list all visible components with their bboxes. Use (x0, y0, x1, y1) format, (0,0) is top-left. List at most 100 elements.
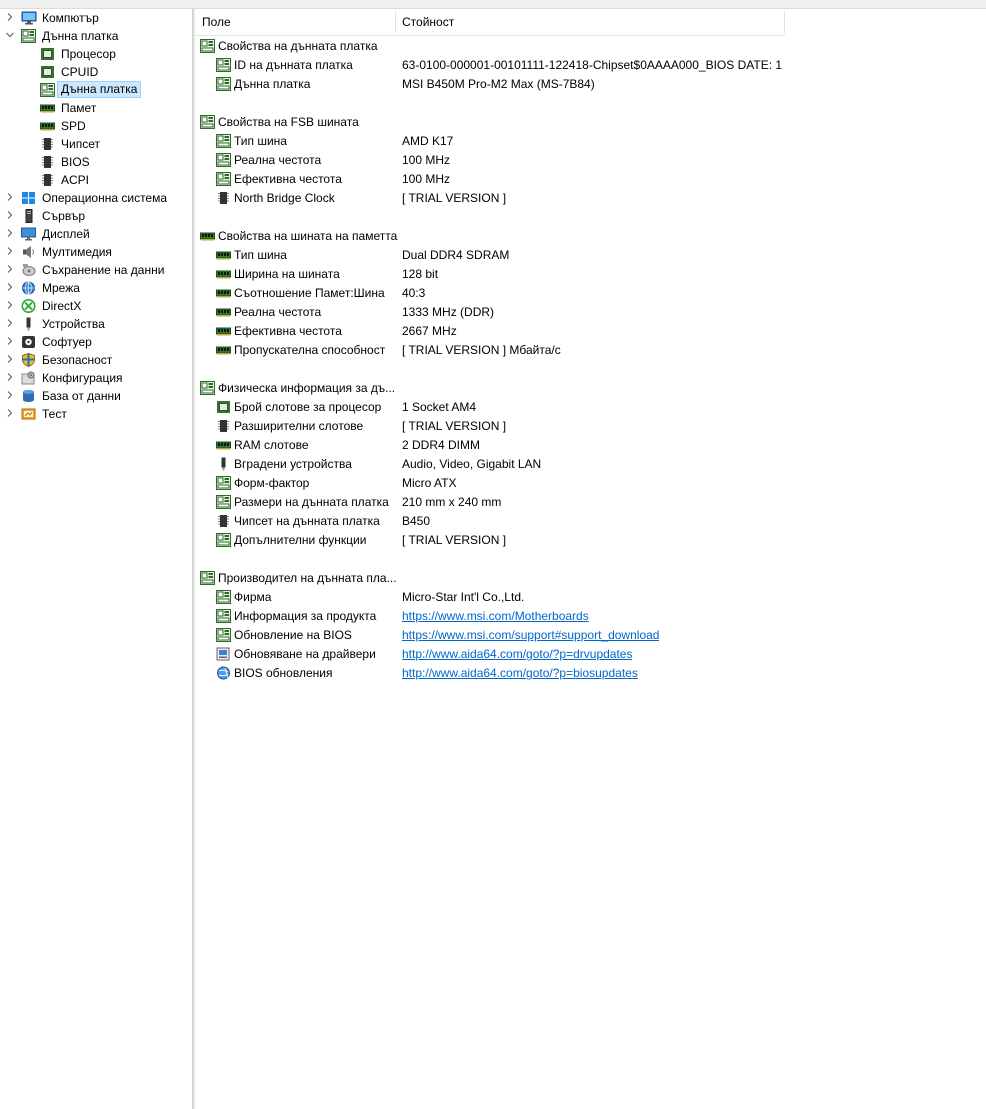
section-header-row[interactable]: Свойства на шината на паметта (195, 227, 986, 246)
tree-item-22[interactable]: Тест (0, 405, 192, 423)
property-row[interactable]: Тип шина AMD K17 (195, 132, 986, 151)
property-row[interactable]: Реална честота 100 MHz (195, 151, 986, 170)
property-row[interactable]: Реална честота 1333 MHz (DDR) (195, 303, 986, 322)
chevron-right-icon[interactable] (4, 228, 16, 240)
column-separator[interactable] (395, 11, 396, 33)
motherboard-icon (200, 115, 215, 129)
tree-item-label: Компютър (42, 11, 99, 25)
tree-item-1[interactable]: Дънна платка (0, 27, 192, 45)
tree-item-11[interactable]: Сървър (0, 207, 192, 225)
tree-item-9[interactable]: ACPI (0, 171, 192, 189)
tree-item-15[interactable]: Мрежа (0, 279, 192, 297)
details-grid: Поле Стойност Свойства на дънната платка… (195, 9, 986, 1109)
grid-header: Поле Стойност (195, 9, 785, 36)
tree-item-3[interactable]: CPUID (0, 63, 192, 81)
property-row[interactable]: North Bridge Clock [ TRIAL VERSION ] (195, 189, 986, 208)
property-row[interactable]: ID на дънната платка 63-0100-000001-00101… (195, 56, 986, 75)
field-name: Тип шина (234, 134, 287, 148)
tree-item-6[interactable]: SPD (0, 117, 192, 135)
chevron-right-icon[interactable] (4, 246, 16, 258)
tree-item-18[interactable]: Софтуер (0, 333, 192, 351)
chip-icon (40, 155, 55, 169)
property-row[interactable]: Разширителни слотове [ TRIAL VERSION ] (195, 417, 986, 436)
property-row[interactable]: Ефективна честота 100 MHz (195, 170, 986, 189)
value-link[interactable]: http://www.aida64.com/goto/?p=drvupdates (402, 646, 632, 662)
tree-item-4[interactable]: Дънна платка (0, 81, 192, 99)
column-header-field[interactable]: Поле (202, 9, 231, 35)
field-value: 100 MHz (402, 153, 451, 167)
motherboard-icon (216, 153, 231, 167)
property-row[interactable]: Тип шина Dual DDR4 SDRAM (195, 246, 986, 265)
computer-icon (21, 11, 37, 25)
tree-item-12[interactable]: Дисплей (0, 225, 192, 243)
field-name: Реална честота (234, 305, 322, 319)
property-row[interactable]: RAM слотове 2 DDR4 DIMM (195, 436, 986, 455)
chevron-right-icon[interactable] (4, 354, 16, 366)
property-row[interactable]: Чипсет на дънната платка B450 (195, 512, 986, 531)
chevron-right-icon[interactable] (4, 192, 16, 204)
property-row[interactable]: Форм-фактор Micro ATX (195, 474, 986, 493)
section-header-row[interactable]: Физическа информация за дъ... (195, 379, 986, 398)
chevron-right-icon[interactable] (4, 282, 16, 294)
chevron-right-icon[interactable] (4, 372, 16, 384)
chevron-right-icon[interactable] (4, 210, 16, 222)
blank-row (195, 360, 986, 379)
motherboard-icon (216, 77, 231, 91)
column-separator[interactable] (784, 11, 785, 33)
field-value: AMD K17 (402, 134, 454, 148)
tree-item-0[interactable]: Компютър (0, 9, 192, 27)
chevron-right-icon[interactable] (4, 264, 16, 276)
field-name: RAM слотове (234, 438, 309, 452)
tree-item-10[interactable]: Операционна система (0, 189, 192, 207)
property-row[interactable]: Фирма Micro-Star Int'l Co.,Ltd. (195, 588, 986, 607)
property-row[interactable]: Информация за продукта https://www.msi.co… (195, 607, 986, 626)
network-icon (21, 281, 36, 295)
tree-item-21[interactable]: База от данни (0, 387, 192, 405)
property-row[interactable]: Дънна платка MSI B450M Pro-M2 Max (MS-7B8… (195, 75, 986, 94)
chevron-right-icon[interactable] (4, 12, 16, 24)
tree-item-2[interactable]: Процесор (0, 45, 192, 63)
chevron-right-icon[interactable] (4, 408, 16, 420)
tree-item-17[interactable]: Устройства (0, 315, 192, 333)
property-row[interactable]: Съотношение Памет:Шина 40:3 (195, 284, 986, 303)
section-header-row[interactable]: Свойства на FSB шината (195, 113, 986, 132)
property-row[interactable]: Допълнителни функции [ TRIAL VERSION ] (195, 531, 986, 550)
value-link[interactable]: http://www.aida64.com/goto/?p=biosupdate… (402, 665, 638, 681)
property-row[interactable]: Обновяване на драйвери http://www.aida64.… (195, 645, 986, 664)
tree-item-5[interactable]: Памет (0, 99, 192, 117)
section-header-row[interactable]: Производител на дънната пла... (195, 569, 986, 588)
memory-icon (216, 248, 231, 262)
property-row[interactable]: Брой слотове за процесор 1 Socket AM4 (195, 398, 986, 417)
tree-item-13[interactable]: Мултимедия (0, 243, 192, 261)
chevron-right-icon[interactable] (4, 300, 16, 312)
property-row[interactable]: Вградени устройства Audio, Video, Gigabit… (195, 455, 986, 474)
property-row[interactable]: Ефективна честота 2667 MHz (195, 322, 986, 341)
chevron-right-icon[interactable] (4, 390, 16, 402)
xbox-icon (21, 299, 36, 313)
property-row[interactable]: BIOS обновления http://www.aida64.com/got… (195, 664, 986, 683)
property-row[interactable]: Размери на дънната платка 210 mm x 240 mm (195, 493, 986, 512)
storage-icon (21, 263, 36, 277)
field-name: Съотношение Памет:Шина (234, 286, 385, 300)
window-top-bar (0, 0, 986, 9)
value-link[interactable]: https://www.msi.com/Motherboards (402, 608, 589, 624)
section-header-row[interactable]: Свойства на дънната платка (195, 37, 986, 56)
property-row[interactable]: Ширина на шината 128 bit (195, 265, 986, 284)
tree-item-8[interactable]: BIOS (0, 153, 192, 171)
value-link[interactable]: https://www.msi.com/support#support_down… (402, 627, 659, 643)
chevron-right-icon[interactable] (4, 318, 16, 330)
device-icon (21, 317, 36, 331)
tree-item-19[interactable]: Безопасност (0, 351, 192, 369)
tree-item-16[interactable]: DirectX (0, 297, 192, 315)
tree-item-14[interactable]: Съхранение на данни (0, 261, 192, 279)
tree-item-7[interactable]: Чипсет (0, 135, 192, 153)
field-name: Допълнителни функции (234, 533, 367, 547)
chevron-down-icon[interactable] (4, 30, 16, 42)
motherboard-icon (216, 476, 231, 490)
field-name: Ефективна честота (234, 324, 342, 338)
column-header-value[interactable]: Стойност (402, 9, 454, 35)
tree-item-20[interactable]: Конфигурация (0, 369, 192, 387)
property-row[interactable]: Пропускателна способност [ TRIAL VERSION … (195, 341, 986, 360)
chevron-right-icon[interactable] (4, 336, 16, 348)
property-row[interactable]: Обновление на BIOS https://www.msi.com/su… (195, 626, 986, 645)
